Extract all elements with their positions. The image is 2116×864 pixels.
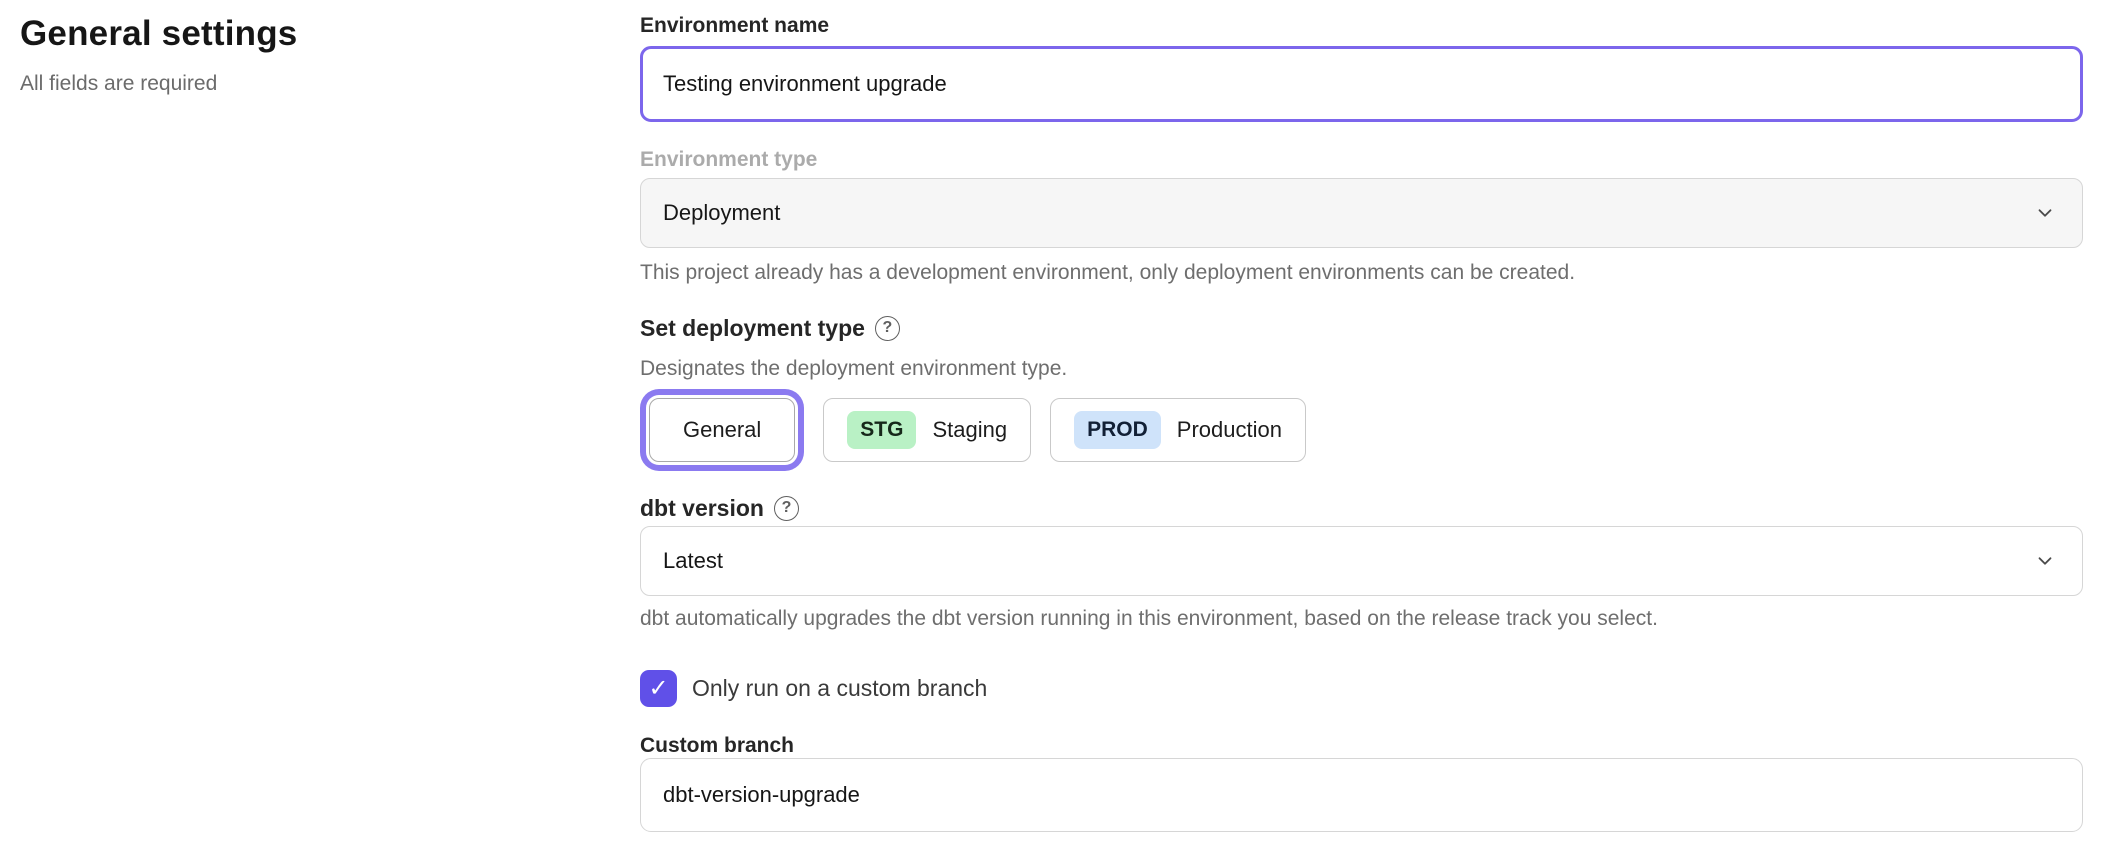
dbt-version-helper: dbt automatically upgrades the dbt versi…: [640, 604, 2083, 634]
deployment-type-options: General STG Staging PROD Production: [640, 398, 2083, 462]
deployment-type-helper: Designates the deployment environment ty…: [640, 354, 2083, 384]
dbt-version-label-row: dbt version ?: [640, 494, 2083, 522]
dbt-version-select[interactable]: Latest: [640, 526, 2083, 596]
deployment-type-label-row: Set deployment type ?: [640, 314, 2083, 342]
settings-header: General settings All fields are required: [20, 14, 580, 96]
custom-branch-toggle-label[interactable]: Only run on a custom branch: [692, 675, 987, 702]
environment-settings-form: Environment name Environment type Deploy…: [640, 0, 2083, 864]
deployment-type-general-label: General: [683, 417, 761, 443]
chevron-down-icon: [2034, 202, 2056, 224]
environment-name-label: Environment name: [640, 12, 2083, 40]
custom-branch-checkbox[interactable]: ✓: [640, 670, 677, 707]
check-icon: ✓: [648, 674, 668, 703]
deployment-type-staging-label: Staging: [932, 417, 1007, 443]
deployment-type-production-label: Production: [1177, 417, 1282, 443]
deployment-type-general-button[interactable]: General: [649, 398, 795, 462]
help-icon[interactable]: ?: [875, 316, 900, 341]
production-badge: PROD: [1074, 411, 1161, 448]
environment-name-input[interactable]: [640, 46, 2083, 122]
page-title: General settings: [20, 14, 580, 54]
chevron-down-icon: [2034, 550, 2056, 572]
environment-type-helper: This project already has a development e…: [640, 258, 2083, 288]
deployment-type-label: Set deployment type: [640, 314, 865, 342]
deployment-type-staging-button[interactable]: STG Staging: [823, 398, 1031, 462]
custom-branch-label: Custom branch: [640, 732, 2083, 760]
custom-branch-input[interactable]: [640, 758, 2083, 832]
environment-type-label: Environment type: [640, 146, 2083, 174]
deployment-type-production-button[interactable]: PROD Production: [1050, 398, 1306, 462]
page-subtitle: All fields are required: [20, 72, 580, 96]
custom-branch-toggle-row: ✓ Only run on a custom branch: [640, 670, 2083, 707]
help-icon[interactable]: ?: [774, 496, 799, 521]
environment-type-value: Deployment: [663, 200, 780, 226]
dbt-version-value: Latest: [663, 548, 723, 574]
dbt-version-label: dbt version: [640, 494, 764, 522]
environment-type-select[interactable]: Deployment: [640, 178, 2083, 248]
staging-badge: STG: [847, 411, 916, 448]
